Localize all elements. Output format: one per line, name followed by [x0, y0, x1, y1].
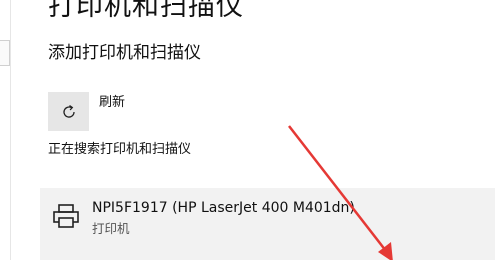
searching-status: 正在搜索打印机和扫描仪	[48, 142, 192, 157]
nav-scroll-nub[interactable]	[0, 40, 10, 66]
printer-name: NPI5F1917 (HP LaserJet 400 M401dn)	[92, 200, 355, 216]
refresh-label[interactable]: 刷新	[99, 94, 125, 112]
printer-icon	[53, 204, 79, 228]
refresh-button[interactable]	[48, 92, 89, 131]
left-nav-edge	[0, 0, 11, 260]
printer-type: 打印机	[92, 221, 130, 236]
refresh-icon	[62, 104, 75, 118]
add-printers-heading: 添加打印机和扫描仪	[48, 43, 201, 63]
page-title: 打印机和扫描仪	[48, 0, 244, 22]
printer-list-item[interactable]: NPI5F1917 (HP LaserJet 400 M401dn) 打印机	[40, 188, 495, 260]
